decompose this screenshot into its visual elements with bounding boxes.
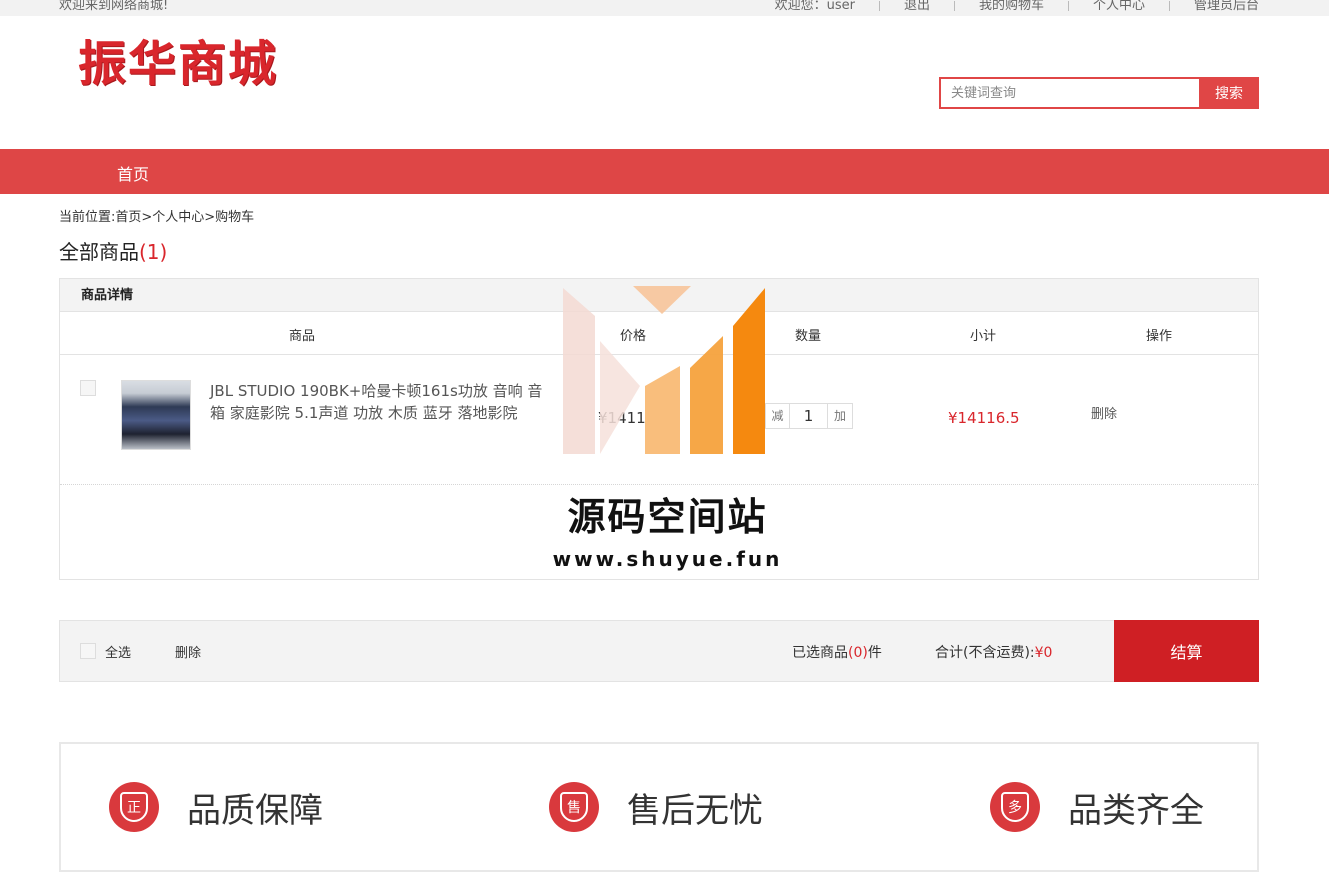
shield-glyph: 售 <box>560 792 588 822</box>
quantity-stepper: 减 1 加 <box>765 403 853 429</box>
selected-prefix: 已选商品 <box>792 645 848 661</box>
checkout-button[interactable]: 结算 <box>1114 620 1259 682</box>
col-price: 价格 <box>620 329 647 344</box>
divider <box>1168 1 1170 11</box>
welcome-text: 欢迎来到网络商城! <box>59 0 169 13</box>
divider <box>953 1 955 11</box>
top-links: 欢迎您：user 退出 我的购物车 个人中心 管理员后台 <box>775 0 1259 12</box>
cart-summary-bar: 全选 删除 已选商品(0)件 合计(不含运费):¥0 结算 <box>59 620 1259 682</box>
cart-count: (1) <box>139 240 168 264</box>
select-all-label[interactable]: 全选 <box>105 642 131 661</box>
search-bar: 搜索 <box>939 77 1259 109</box>
col-product: 商品 <box>289 329 316 344</box>
cart-title: 全部商品 <box>59 240 139 264</box>
feature-quality: 正 品质保障 <box>109 782 323 832</box>
user-greeting: 欢迎您：user <box>774 0 855 13</box>
cart-table: 商品详情 商品 价格 数量 小计 操作 JBL STUDIO 190BK+哈曼卡… <box>59 278 1259 580</box>
quality-shield-icon: 正 <box>109 782 159 832</box>
product-name[interactable]: JBL STUDIO 190BK+哈曼卡顿161s功放 音响 音箱 家庭影院 5… <box>210 380 550 424</box>
total-amount: 合计(不含运费):¥0 <box>935 642 1052 662</box>
service-features: 正 品质保障 售 售后无忧 多 品类齐全 <box>59 742 1259 872</box>
total-value: ¥0 <box>1034 645 1053 661</box>
table-header: 商品 价格 数量 小计 操作 <box>60 312 1258 355</box>
personal-center-link[interactable]: 个人中心 <box>1093 0 1145 12</box>
item-checkbox[interactable] <box>80 380 96 396</box>
search-input[interactable] <box>939 77 1199 109</box>
quantity-input[interactable]: 1 <box>790 404 828 428</box>
logout-link[interactable]: 退出 <box>904 0 930 12</box>
variety-shield-icon: 多 <box>990 782 1040 832</box>
col-subtotal: 小计 <box>970 329 997 344</box>
selected-number: (0) <box>848 645 868 661</box>
search-button[interactable]: 搜索 <box>1199 77 1259 109</box>
selected-count: 已选商品(0)件 <box>792 642 882 662</box>
divider <box>1067 1 1069 11</box>
bulk-delete-button[interactable]: 删除 <box>175 642 201 661</box>
my-cart-link[interactable]: 我的购物车 <box>979 0 1044 12</box>
feature-label: 售后无忧 <box>627 790 763 831</box>
feature-label: 品类齐全 <box>1068 790 1204 831</box>
col-quantity: 数量 <box>795 329 822 344</box>
site-logo[interactable]: 振华商城 <box>78 36 278 92</box>
delete-item-button[interactable]: 删除 <box>1091 403 1117 422</box>
col-operation: 操作 <box>1146 329 1173 344</box>
product-subtotal: ¥14116.5 <box>948 409 1020 427</box>
select-all-checkbox[interactable] <box>80 643 96 659</box>
divider <box>878 1 880 11</box>
feature-after-sales: 售 售后无忧 <box>549 782 763 832</box>
quantity-minus-button[interactable]: 减 <box>766 404 790 428</box>
top-bar: 欢迎来到网络商城! 欢迎您：user 退出 我的购物车 个人中心 管理员后台 <box>0 0 1329 16</box>
product-price: ¥1411 <box>598 409 646 427</box>
feature-variety: 多 品类齐全 <box>990 782 1204 832</box>
breadcrumb: 当前位置:首页>个人中心>购物车 <box>59 210 255 225</box>
admin-link[interactable]: 管理员后台 <box>1194 0 1259 12</box>
main-nav: 首页 <box>0 149 1329 194</box>
after-sales-shield-icon: 售 <box>549 782 599 832</box>
feature-label: 品质保障 <box>187 790 323 831</box>
quantity-plus-button[interactable]: 加 <box>828 404 852 428</box>
section-title: 商品详情 <box>60 279 1258 312</box>
nav-item-home[interactable]: 首页 <box>117 161 149 185</box>
selected-suffix: 件 <box>867 645 882 661</box>
product-thumbnail[interactable] <box>121 380 191 450</box>
table-row: JBL STUDIO 190BK+哈曼卡顿161s功放 音响 音箱 家庭影院 5… <box>60 355 1258 485</box>
total-label: 合计(不含运费): <box>935 645 1035 661</box>
shield-glyph: 多 <box>1001 792 1029 822</box>
page-title: 全部商品(1) <box>59 236 167 265</box>
shield-glyph: 正 <box>120 792 148 822</box>
